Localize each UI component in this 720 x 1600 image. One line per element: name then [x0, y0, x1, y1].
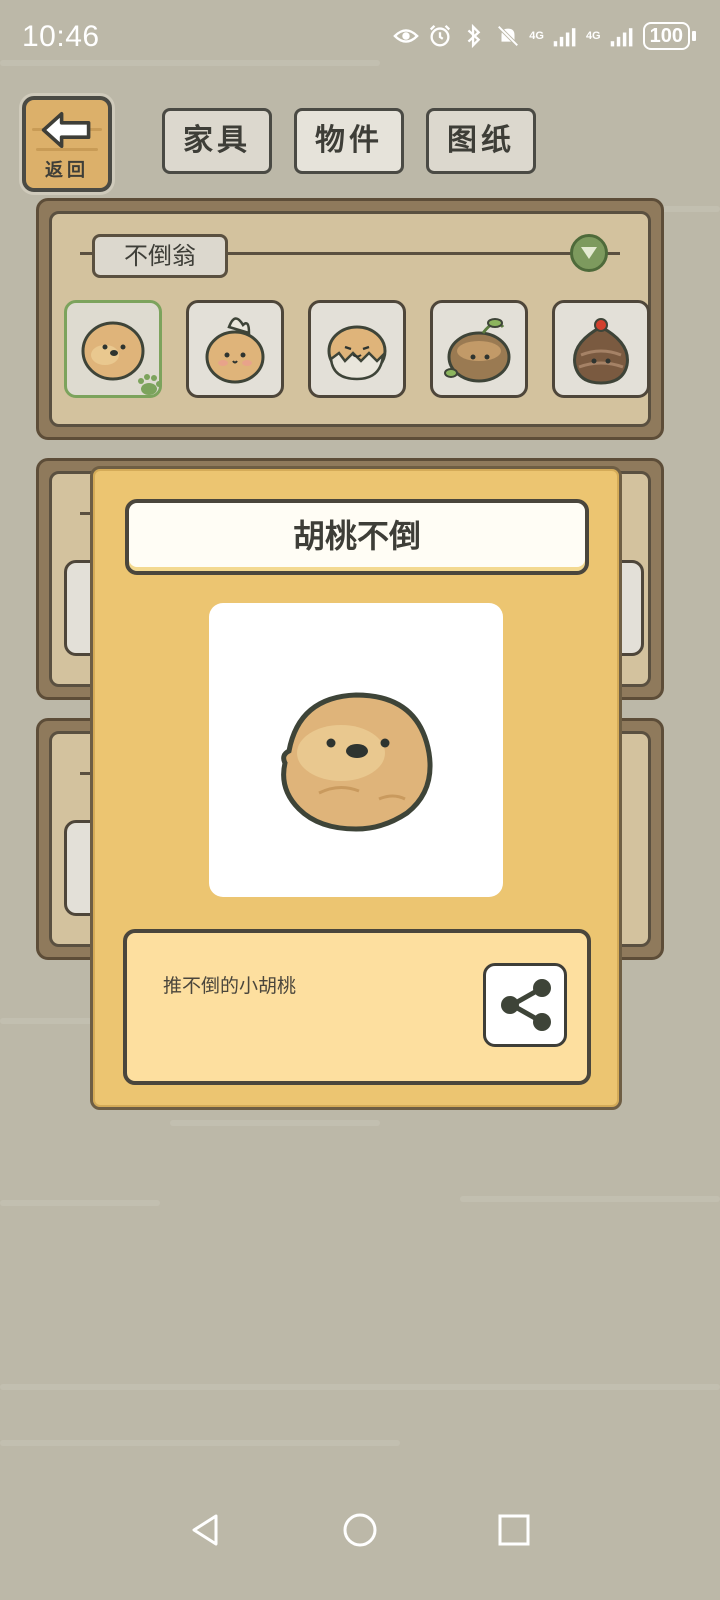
- item-description: 推不倒的小胡桃: [163, 975, 297, 997]
- sprout-tumbler-icon: [444, 318, 511, 383]
- eggshell-tumbler-icon: [327, 325, 387, 381]
- alarm-icon: [430, 24, 451, 47]
- battery-indicator: 100: [642, 22, 690, 50]
- status-icons: 4G 4G 100: [393, 22, 696, 50]
- status-bar: 10:46 4G 4G 100: [0, 0, 720, 78]
- signal-icon: [610, 28, 633, 47]
- item-slot-flower[interactable]: [186, 300, 284, 398]
- item-slot-cherry[interactable]: [552, 300, 650, 398]
- flower-tumbler-icon: [205, 317, 265, 384]
- item-slot-walnut[interactable]: [64, 300, 162, 398]
- tab-blueprints[interactable]: 图纸: [426, 108, 536, 174]
- category-panel-inner: 不倒翁: [49, 211, 651, 427]
- background-streak: [0, 1440, 400, 1446]
- bell-muted-icon: [497, 25, 519, 47]
- circle-home-icon[interactable]: [340, 1510, 380, 1550]
- network-label-2: 4G: [585, 30, 601, 42]
- background-streak: [0, 1200, 160, 1206]
- item-image-frame: [209, 603, 503, 897]
- tab-furniture[interactable]: 家具: [162, 108, 272, 174]
- background-streak: [170, 1120, 380, 1126]
- paw-icon: [138, 374, 162, 395]
- system-nav-bar: [0, 1490, 720, 1570]
- signal-icon: [553, 28, 576, 47]
- status-time: 10:46: [22, 20, 100, 53]
- network-label-1: 4G: [529, 30, 544, 42]
- item-description-panel: 推不倒的小胡桃: [123, 929, 591, 1085]
- item-slot-eggshell[interactable]: [308, 300, 406, 398]
- back-button[interactable]: 返回: [22, 96, 112, 192]
- chevron-down-icon[interactable]: [570, 234, 608, 272]
- category-panel: 不倒翁: [36, 198, 664, 440]
- share-icon: [501, 979, 551, 1031]
- cherry-chestnut-tumbler-icon: [573, 318, 629, 385]
- eye-icon: [393, 29, 420, 43]
- category-title: 不倒翁: [92, 234, 228, 278]
- item-slot-sprout[interactable]: [430, 300, 528, 398]
- triangle-back-icon[interactable]: [186, 1510, 226, 1550]
- item-title: 胡桃不倒: [125, 499, 589, 575]
- square-recents-icon[interactable]: [494, 1510, 534, 1550]
- bluetooth-icon: [467, 23, 481, 49]
- background-streak: [0, 1384, 720, 1390]
- share-button[interactable]: [483, 963, 567, 1047]
- item-detail-dialog: 胡桃不倒 推不倒的小胡桃: [90, 466, 622, 1110]
- arrow-left-icon: [41, 112, 91, 148]
- background-streak: [460, 1196, 720, 1202]
- back-button-label: 返回: [45, 160, 89, 181]
- walnut-tumbler-icon: [281, 692, 433, 832]
- tab-objects[interactable]: 物件: [294, 108, 404, 174]
- battery-tip: [692, 31, 696, 41]
